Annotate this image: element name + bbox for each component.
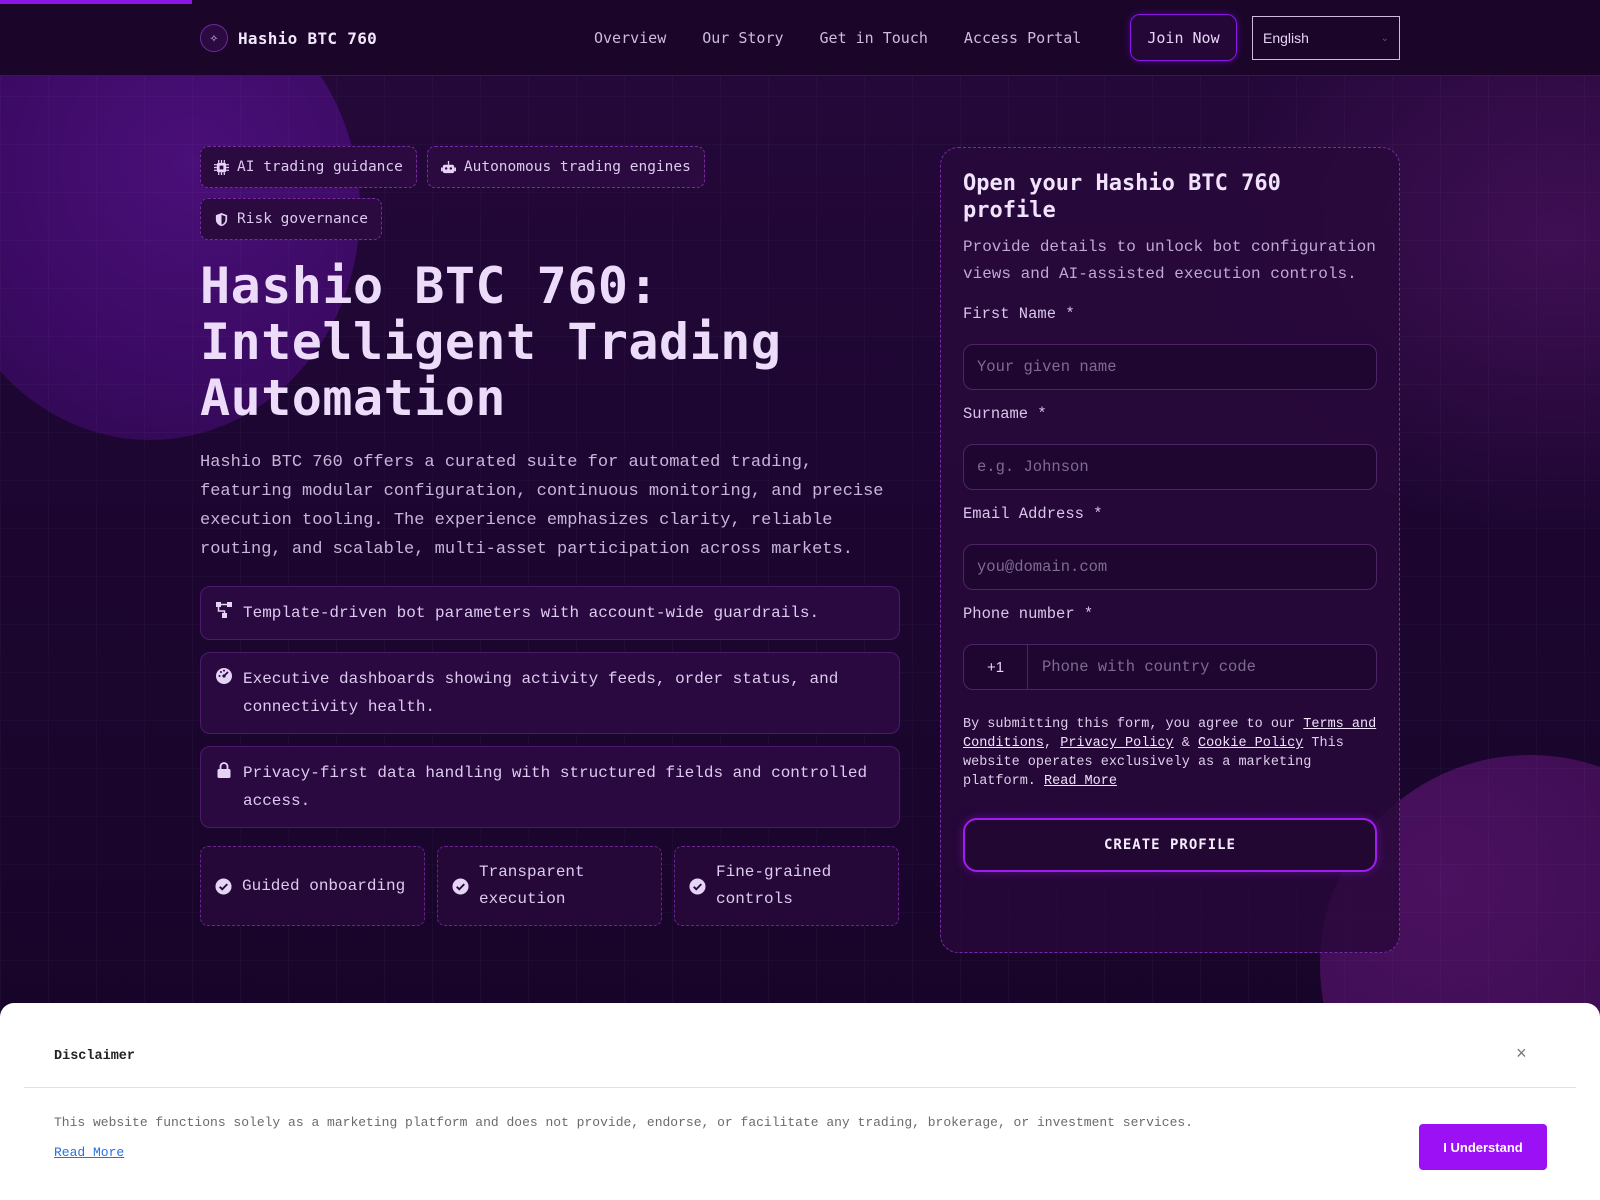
i-understand-button[interactable]: I Understand <box>1419 1124 1547 1170</box>
language-value: English <box>1263 30 1309 46</box>
phone-label: Phone number * <box>963 605 1094 623</box>
tag-label: Risk governance <box>237 211 368 227</box>
nav-overview[interactable]: Overview <box>594 29 666 47</box>
feature-item: Executive dashboards showing activity fe… <box>200 652 900 734</box>
tag-autonomous-engines: Autonomous trading engines <box>426 146 705 188</box>
check-circle-icon <box>215 877 232 895</box>
hero-title-line-2: Intelligent Trading <box>200 313 782 371</box>
form-title: Open your Hashio BTC 760 profile <box>963 171 1281 223</box>
email-label: Email Address * <box>963 505 1103 523</box>
nav-get-in-touch[interactable]: Get in Touch <box>820 29 928 47</box>
email-placeholder: you@domain.com <box>977 558 1108 576</box>
feature-text: Template-driven bot parameters with acco… <box>243 604 820 622</box>
hero-title-line-1: Hashio BTC 760: <box>200 257 660 315</box>
chip-icon <box>214 159 229 175</box>
signup-form: Open your Hashio BTC 760 profile Provide… <box>940 147 1400 953</box>
check-circle-icon <box>689 877 706 895</box>
highlight-text: Guided onboarding <box>242 876 406 895</box>
disclaimer-text: This website functions solely as a marke… <box>54 1115 1193 1130</box>
cookie-link[interactable]: Cookie Policy <box>1198 736 1303 751</box>
phone-field[interactable]: +1 Phone with country code <box>963 644 1377 690</box>
first-name-label: First Name * <box>963 305 1075 323</box>
lock-icon <box>217 762 231 778</box>
nodes-icon <box>216 602 232 618</box>
close-icon[interactable]: × <box>1516 1045 1527 1065</box>
read-more-link[interactable]: Read More <box>1044 774 1117 789</box>
first-name-field[interactable]: Your given name <box>963 344 1377 390</box>
create-profile-button[interactable]: CREATE PROFILE <box>963 818 1377 872</box>
check-circle-icon <box>452 877 469 895</box>
brand-name: Hashio BTC 760 <box>238 28 378 48</box>
tag-ai-guidance: AI trading guidance <box>200 146 417 188</box>
hero-lead: Hashio BTC 760 offers a curated suite fo… <box>200 453 884 559</box>
highlight-item: Guided onboarding <box>200 846 425 926</box>
shield-icon <box>215 212 228 226</box>
surname-placeholder: e.g. Johnson <box>977 458 1089 476</box>
join-now-button[interactable]: Join Now <box>1130 14 1237 61</box>
hero-section: AI trading guidance Autonomous trading e… <box>200 146 900 926</box>
sparkle-logo-icon: ✧ <box>200 24 228 52</box>
hero-tags: AI trading guidance Autonomous trading e… <box>200 146 760 240</box>
country-code-select[interactable]: +1 <box>964 645 1028 689</box>
disclaimer-banner: Disclaimer × This website functions sole… <box>0 1003 1600 1200</box>
dashboard-icon <box>216 668 232 684</box>
tag-label: Autonomous trading engines <box>463 159 691 175</box>
disclaimer-read-more-link[interactable]: Read More <box>54 1145 124 1160</box>
email-field[interactable]: you@domain.com <box>963 544 1377 590</box>
hero-title: Hashio BTC 760: Intelligent Trading Auto… <box>200 258 900 426</box>
feature-item: Privacy-first data handling with structu… <box>200 746 900 828</box>
hero-title-line-3: Automation <box>200 369 507 427</box>
nav-access-portal[interactable]: Access Portal <box>964 29 1081 47</box>
phone-placeholder: Phone with country code <box>1042 658 1256 676</box>
surname-label: Surname * <box>963 405 1047 423</box>
brand[interactable]: ✧ Hashio BTC 760 <box>200 24 377 52</box>
tag-label: AI trading guidance <box>237 159 403 175</box>
feature-item: Template-driven bot parameters with acco… <box>200 586 900 640</box>
feature-text: Executive dashboards showing activity fe… <box>243 670 839 716</box>
disclaimer-divider <box>24 1087 1576 1088</box>
disclaimer-title: Disclaimer <box>54 1049 136 1064</box>
highlight-text: Transparent execution <box>479 863 585 908</box>
legal-prefix: By submitting this form, you agree to ou… <box>963 717 1296 732</box>
chevron-down-icon: ⌄ <box>1380 32 1389 44</box>
surname-field[interactable]: e.g. Johnson <box>963 444 1377 490</box>
privacy-link[interactable]: Privacy Policy <box>1060 736 1173 751</box>
language-select[interactable]: English ⌄ <box>1252 16 1400 60</box>
form-subtitle: Provide details to unlock bot configurat… <box>963 238 1376 283</box>
first-name-placeholder: Your given name <box>977 358 1117 376</box>
legal-consent: By submitting this form, you agree to ou… <box>963 717 1377 789</box>
highlights: Guided onboarding Transparent execution … <box>200 846 900 926</box>
top-navbar: ✧ Hashio BTC 760 Overview Our Story Get … <box>0 0 1600 76</box>
feature-text: Privacy-first data handling with structu… <box>243 764 868 810</box>
robot-icon <box>440 160 456 173</box>
highlight-text: Fine-grained controls <box>716 863 832 908</box>
scroll-progress-bar <box>0 0 192 4</box>
highlight-item: Fine-grained controls <box>674 846 899 926</box>
main-nav: Overview Our Story Get in Touch Access P… <box>594 29 1081 47</box>
legal-amp: & <box>1181 736 1190 751</box>
tag-risk-governance: Risk governance <box>200 198 382 240</box>
nav-our-story[interactable]: Our Story <box>702 29 783 47</box>
highlight-item: Transparent execution <box>437 846 662 926</box>
